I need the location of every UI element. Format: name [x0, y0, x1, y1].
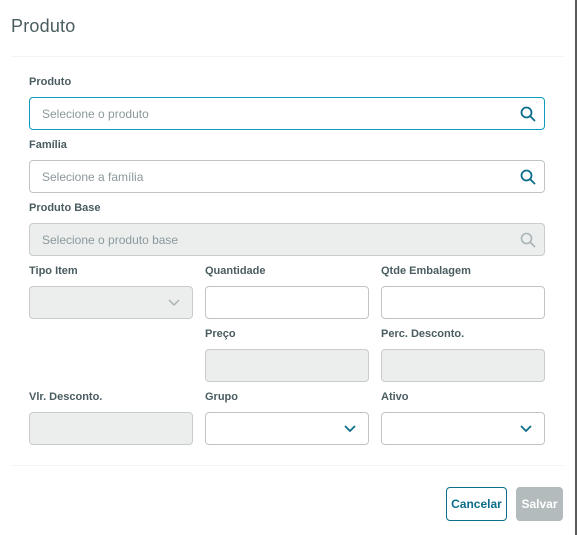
save-button[interactable]: Salvar	[516, 487, 563, 521]
produto-base-placeholder: Selecione o produto base	[42, 233, 179, 247]
familia-label: Família	[29, 139, 67, 151]
perc-desconto-label: Perc. Desconto.	[381, 328, 465, 340]
produto-placeholder: Selecione o produto	[42, 107, 149, 121]
dialog-title: Produto	[11, 16, 76, 36]
vlr-desconto-label: Vlr. Desconto.	[29, 391, 103, 403]
preco-input	[205, 349, 369, 382]
tipo-item-label: Tipo Item	[29, 265, 78, 277]
search-icon	[520, 232, 536, 248]
ativo-label: Ativo	[381, 391, 409, 403]
quantidade-input[interactable]	[205, 286, 369, 319]
produto-base-label: Produto Base	[29, 202, 101, 214]
produto-base-lookup: Selecione o produto base	[29, 223, 545, 256]
ativo-select[interactable]	[381, 412, 545, 445]
familia-lookup[interactable]: Selecione a família	[29, 160, 545, 193]
chevron-down-icon[interactable]	[519, 424, 533, 434]
grupo-select[interactable]	[205, 412, 369, 445]
search-icon[interactable]	[520, 169, 536, 185]
chevron-down-icon[interactable]	[343, 424, 357, 434]
vlr-desconto-input	[29, 412, 193, 445]
qtde-embalagem-input[interactable]	[381, 286, 545, 319]
qtde-embalagem-label: Qtde Embalagem	[381, 265, 471, 277]
cancel-button[interactable]: Cancelar	[446, 487, 507, 521]
perc-desconto-input	[381, 349, 545, 382]
produto-label: Produto	[29, 76, 72, 88]
produto-lookup[interactable]: Selecione o produto	[29, 97, 545, 130]
preco-label: Preço	[205, 328, 236, 340]
tipo-item-select	[29, 286, 193, 319]
chevron-down-icon	[168, 299, 180, 307]
search-icon[interactable]	[520, 106, 536, 122]
quantidade-label: Quantidade	[205, 265, 266, 277]
familia-placeholder: Selecione a família	[42, 170, 144, 184]
grupo-label: Grupo	[205, 391, 238, 403]
